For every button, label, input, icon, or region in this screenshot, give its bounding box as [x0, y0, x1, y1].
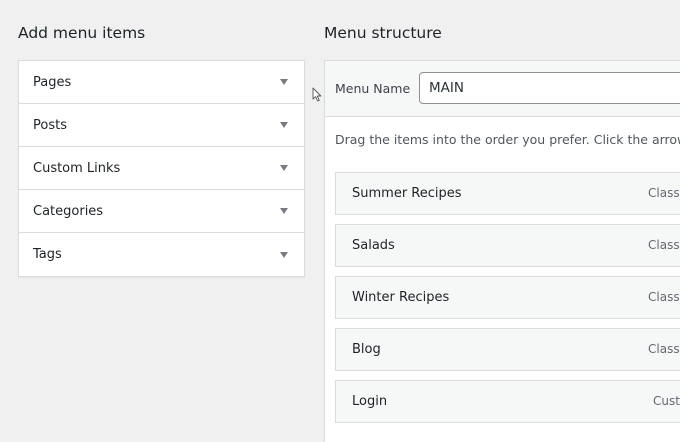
add-menu-items-heading: Add menu items	[18, 24, 146, 42]
accordion-item-label: Custom Links	[33, 160, 121, 176]
arrow-down-icon[interactable]	[280, 122, 288, 128]
menu-item-title: Salads	[352, 238, 395, 253]
accordion-item-categories[interactable]: Categories	[19, 190, 304, 233]
accordion-item-custom-links[interactable]: Custom Links	[19, 147, 304, 190]
menu-item-type: Custom	[653, 394, 680, 408]
menu-item-type: Classic	[648, 342, 680, 356]
menu-name-label: Menu Name	[335, 81, 411, 96]
menu-name-input[interactable]	[419, 72, 680, 104]
accordion-item-label: Categories	[33, 203, 104, 219]
menu-name-row: Menu Name	[325, 61, 680, 117]
accordion-item-posts[interactable]: Posts	[19, 104, 304, 147]
accordion-item-label: Tags	[33, 247, 62, 262]
menu-item-login[interactable]: Login Custom	[335, 380, 680, 423]
accordion-item-label: Pages	[33, 74, 72, 90]
arrow-down-icon[interactable]	[280, 79, 288, 85]
arrow-down-icon[interactable]	[280, 251, 288, 258]
menu-item-title: Winter Recipes	[352, 290, 450, 305]
menu-item-type: Classic	[648, 238, 680, 252]
menu-structure-panel: Menu Name Drag the items into the order …	[324, 60, 680, 442]
menu-item-type: Classic	[648, 290, 680, 304]
menu-item-type: Classic	[648, 186, 680, 200]
menu-item-title: Login	[352, 394, 388, 409]
accordion-item-pages[interactable]: Pages	[19, 61, 304, 104]
menu-structure-heading: Menu structure	[324, 24, 442, 42]
menu-item-title: Summer Recipes	[352, 186, 462, 201]
arrow-down-icon[interactable]	[280, 165, 288, 171]
menus-screen: Add menu items Pages Posts Custom Links …	[0, 0, 680, 442]
drag-instructions: Drag the items into the order you prefer…	[335, 132, 680, 147]
menu-item-summer-recipes[interactable]: Summer Recipes Classic	[335, 172, 680, 215]
accordion-item-tags[interactable]: Tags	[19, 233, 304, 276]
menu-item-salads[interactable]: Salads Classic	[335, 224, 680, 267]
mouse-cursor-icon	[312, 87, 322, 102]
add-menu-items-accordion: Pages Posts Custom Links Categories Tags	[18, 60, 305, 277]
accordion-item-label: Posts	[33, 117, 67, 133]
menu-item-winter-recipes[interactable]: Winter Recipes Classic	[335, 276, 680, 319]
menu-item-title: Blog	[352, 342, 381, 357]
menu-item-blog[interactable]: Blog Classic	[335, 328, 680, 371]
arrow-down-icon[interactable]	[280, 208, 288, 214]
